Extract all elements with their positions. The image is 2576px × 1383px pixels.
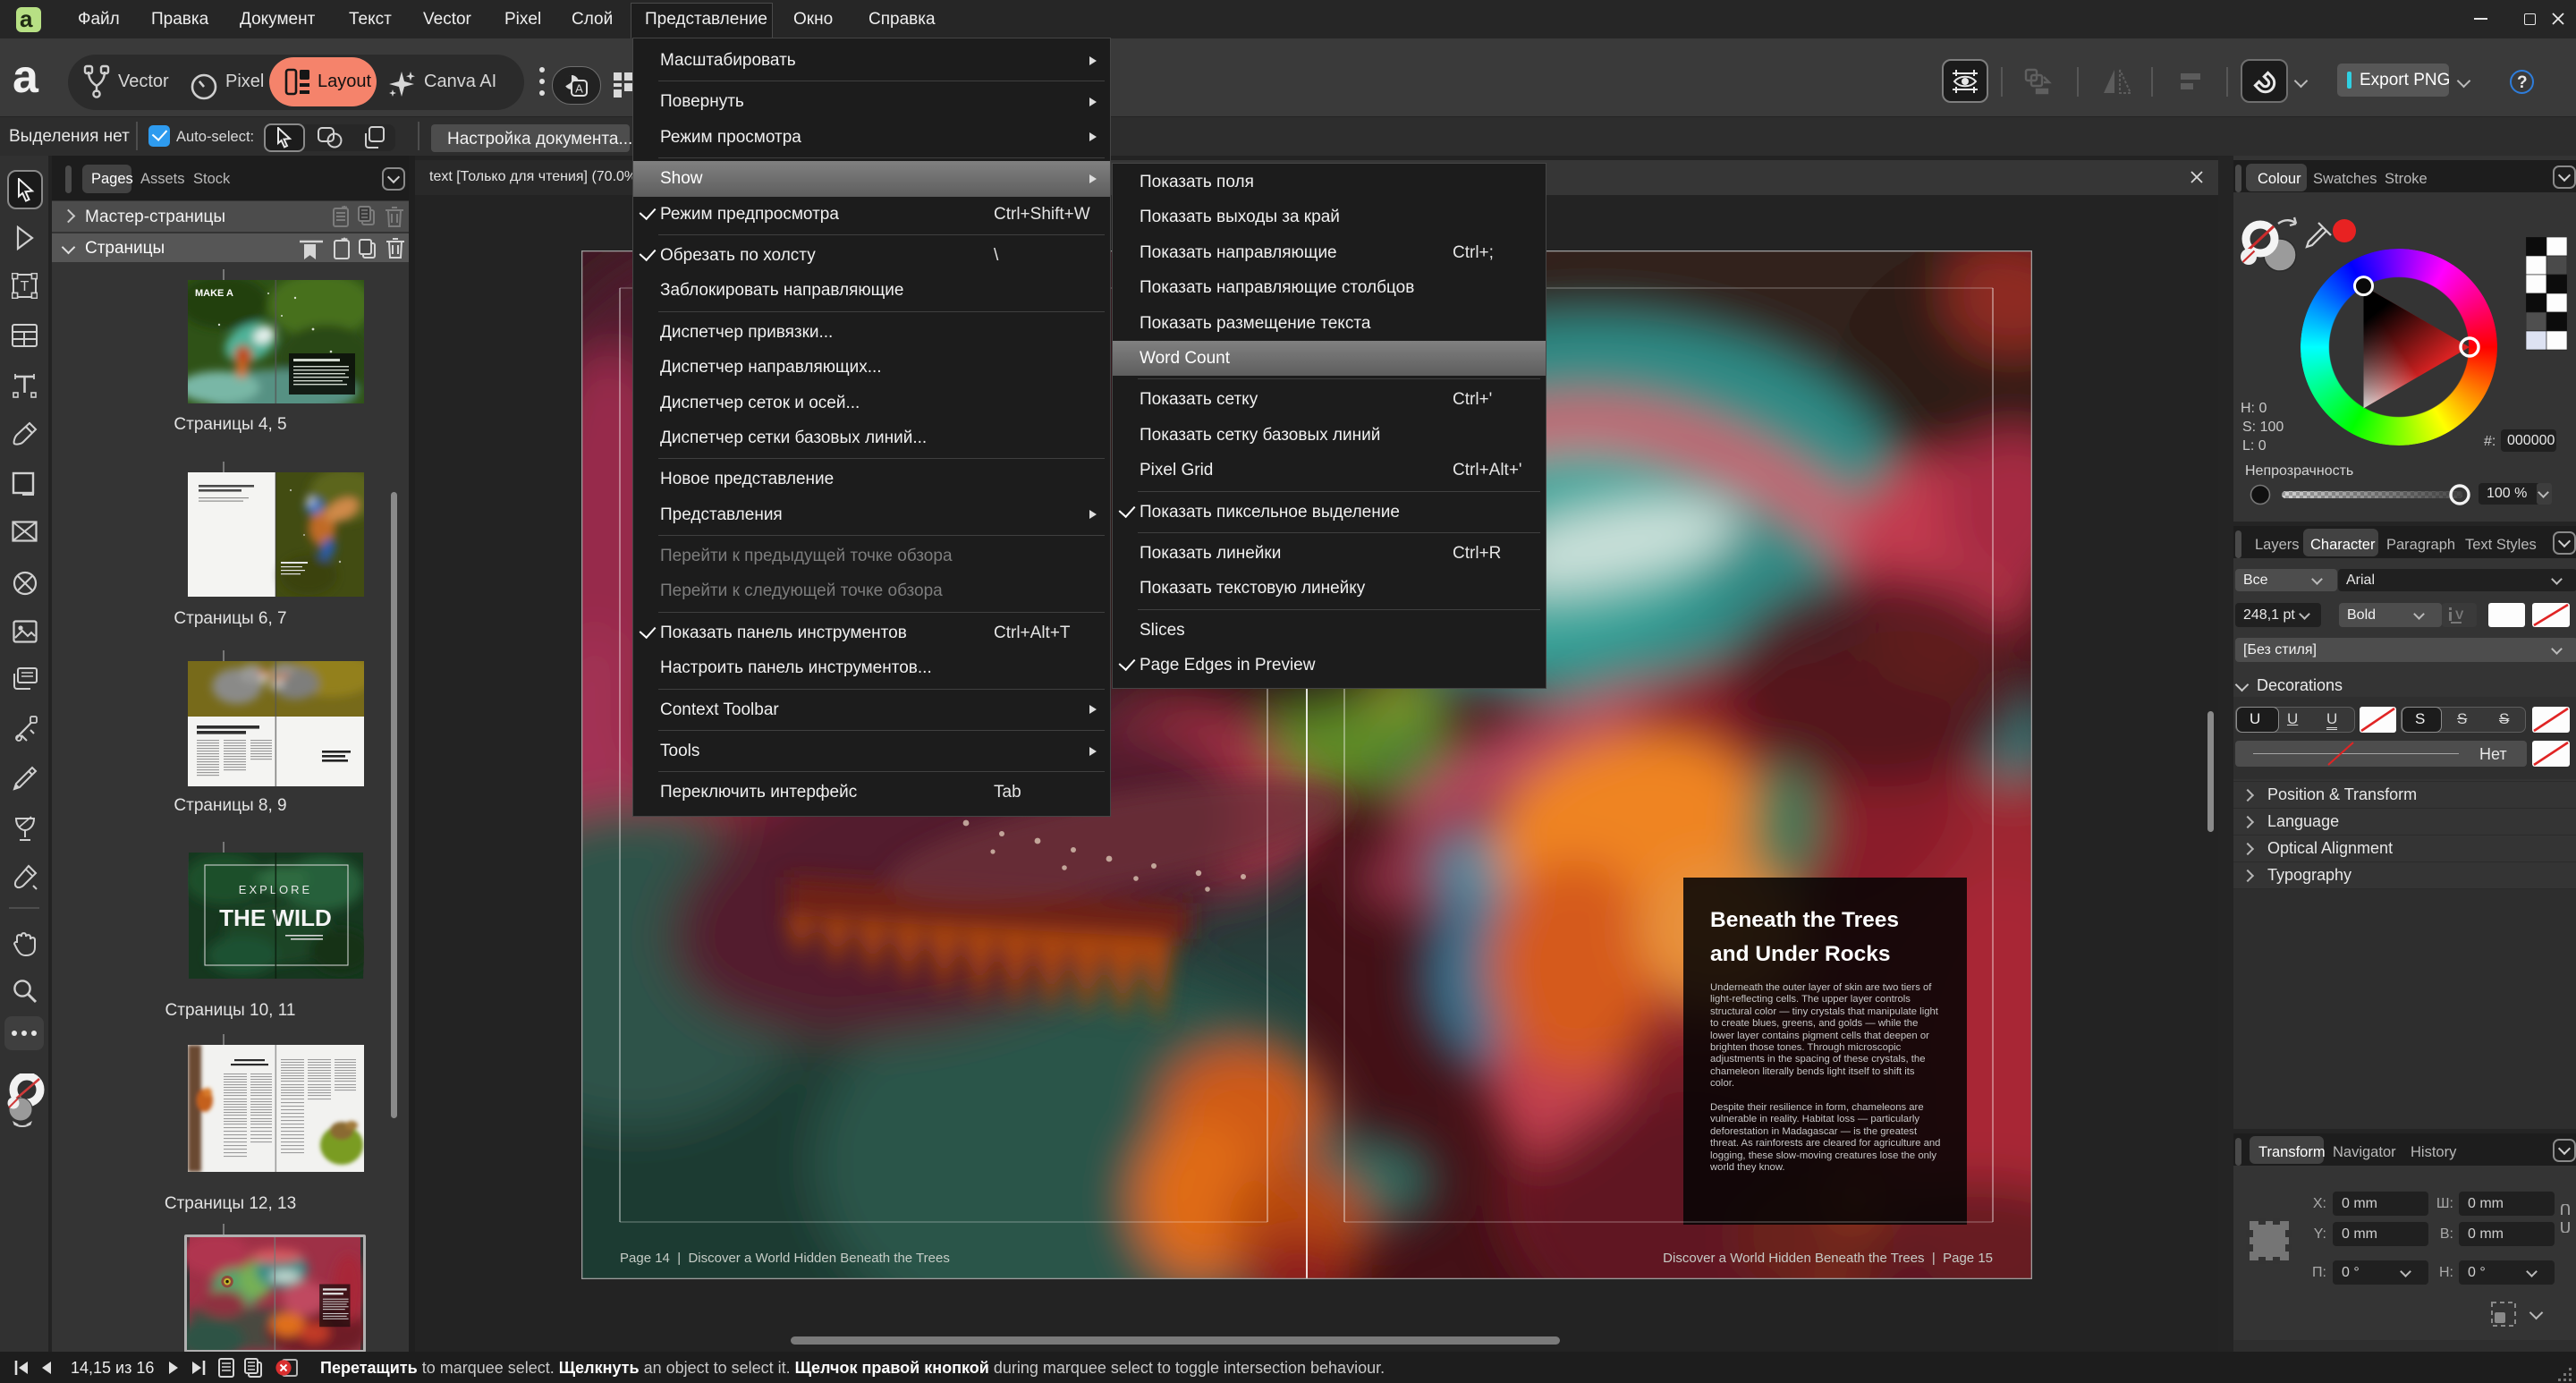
svg-text:MAKE A: MAKE A <box>195 288 233 299</box>
svg-text:A: A <box>575 82 583 96</box>
svg-text:V: V <box>2455 607 2464 622</box>
svg-text:T: T <box>21 279 30 294</box>
